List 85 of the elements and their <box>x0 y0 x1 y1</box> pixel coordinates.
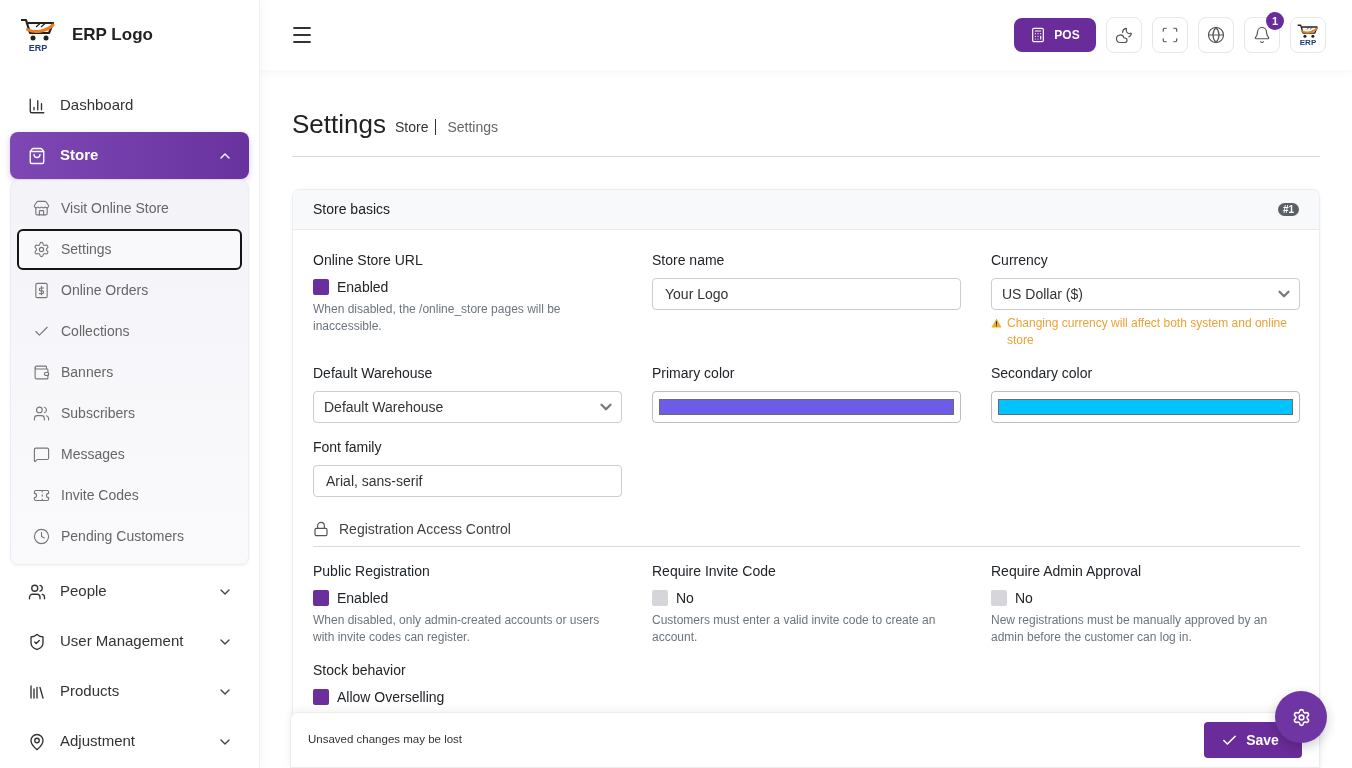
checkbox[interactable] <box>991 590 1007 606</box>
language-button[interactable] <box>1198 17 1234 53</box>
select-field[interactable]: Default Warehouse <box>313 391 622 423</box>
help-text: New registrations must be manually approved by an admin before the customer can log in. <box>991 612 1269 646</box>
checkbox-label: No <box>1015 590 1033 606</box>
pos-button[interactable]: POS <box>1014 18 1096 52</box>
checkbox-label: Allow Overselling <box>337 689 445 705</box>
checkbox-label: No <box>676 590 694 606</box>
storefront-icon <box>33 200 50 217</box>
submenu-item[interactable]: Banners <box>17 352 242 393</box>
sidebar-item[interactable]: People <box>10 568 249 615</box>
breadcrumb-item: Settings <box>446 119 498 135</box>
logo-mark: ERP <box>28 42 48 53</box>
breadcrumb-item[interactable]: Store <box>394 119 437 135</box>
page-title: Settings <box>292 108 386 140</box>
warning-text: Changing currency will affect both system and online store <box>1007 315 1288 349</box>
map-pin-icon <box>28 732 46 751</box>
select-field[interactable]: US Dollar ($) <box>991 278 1300 310</box>
avatar-button[interactable]: ERP <box>1290 17 1326 53</box>
section-title: Registration Access Control <box>339 521 511 537</box>
users-icon <box>28 582 46 601</box>
cart-icon <box>1297 23 1319 38</box>
help-text: When disabled, the /online_store pages will be inaccessible. <box>313 301 562 335</box>
field-label: Primary color <box>652 365 735 381</box>
checkbox[interactable] <box>313 689 329 705</box>
users-icon <box>33 405 50 422</box>
field-label: Stock behavior <box>313 662 406 678</box>
field-label: Require Invite Code <box>652 563 776 579</box>
help-text: Customers must enter a valid invite code to create an account. <box>652 612 937 646</box>
notification-count: 1 <box>1266 12 1284 30</box>
ticket-icon <box>33 487 50 504</box>
message-icon <box>33 446 50 463</box>
field-label: Online Store URL <box>313 252 423 268</box>
sidebar-item[interactable]: Products <box>10 668 249 715</box>
checkbox[interactable] <box>652 590 668 606</box>
submenu-item[interactable]: Visit Online Store <box>17 188 242 229</box>
settings-icon <box>33 241 50 258</box>
checkbox[interactable] <box>313 279 329 295</box>
calculator-icon <box>1030 27 1047 43</box>
field-label: Currency <box>991 252 1048 268</box>
submenu-item[interactable]: Collections <box>17 311 242 352</box>
sidebar-item[interactable]: Store <box>10 132 249 179</box>
submenu-item[interactable]: Online Orders <box>17 270 242 311</box>
field-label: Store name <box>652 252 725 268</box>
lock-icon <box>313 521 329 537</box>
input-field[interactable]: Your Logo <box>652 278 961 310</box>
submenu-item[interactable]: Pending Customers <box>17 516 242 557</box>
help-text: When disabled, only admin-created accounts or users with invite codes can register. <box>313 612 601 646</box>
warning-icon <box>991 318 1002 328</box>
checkbox[interactable] <box>313 590 329 606</box>
wallet-icon <box>33 364 50 381</box>
field-label: Font family <box>313 439 382 455</box>
bar-chart-icon <box>28 96 46 115</box>
dollar-document-icon <box>33 282 50 299</box>
globe-icon <box>1207 26 1225 44</box>
brand-name: ERP Logo <box>72 24 153 47</box>
settings-icon <box>1291 707 1311 727</box>
field-label: Public Registration <box>313 563 430 579</box>
books-icon <box>28 682 46 701</box>
clock-icon <box>33 528 50 545</box>
submenu-item[interactable]: Invite Codes <box>17 475 242 516</box>
checkbox-label: Enabled <box>337 590 389 606</box>
submenu-item[interactable]: Settings <box>17 229 242 270</box>
sidebar-item[interactable]: User Management <box>10 618 249 665</box>
theme-button[interactable] <box>1106 17 1142 53</box>
bell-icon <box>1253 26 1271 44</box>
field-label: Require Admin Approval <box>991 563 1142 579</box>
field-label: Default Warehouse <box>313 365 433 381</box>
shopping-bag-icon <box>28 146 46 165</box>
color-field[interactable] <box>652 391 961 423</box>
checkbox-label: Enabled <box>337 279 389 295</box>
input-field[interactable]: Arial, sans-serif <box>313 465 622 497</box>
fullscreen-icon <box>1161 26 1179 44</box>
color-field[interactable] <box>991 391 1300 423</box>
card-badge: #1 <box>1277 203 1299 216</box>
card-title: Store basics <box>313 200 391 219</box>
submenu-item[interactable]: Subscribers <box>17 393 242 434</box>
cart-icon <box>20 17 56 41</box>
field-label: Secondary color <box>991 365 1093 381</box>
sidebar-item[interactable]: Adjustment <box>10 718 249 765</box>
shield-check-icon <box>28 632 46 651</box>
cloud-moon-icon <box>1115 26 1133 44</box>
sidebar-item[interactable]: Dashboard <box>10 82 249 129</box>
submenu-item[interactable]: Messages <box>17 434 242 475</box>
unsaved-note: Unsaved changes may be lost <box>308 732 463 748</box>
